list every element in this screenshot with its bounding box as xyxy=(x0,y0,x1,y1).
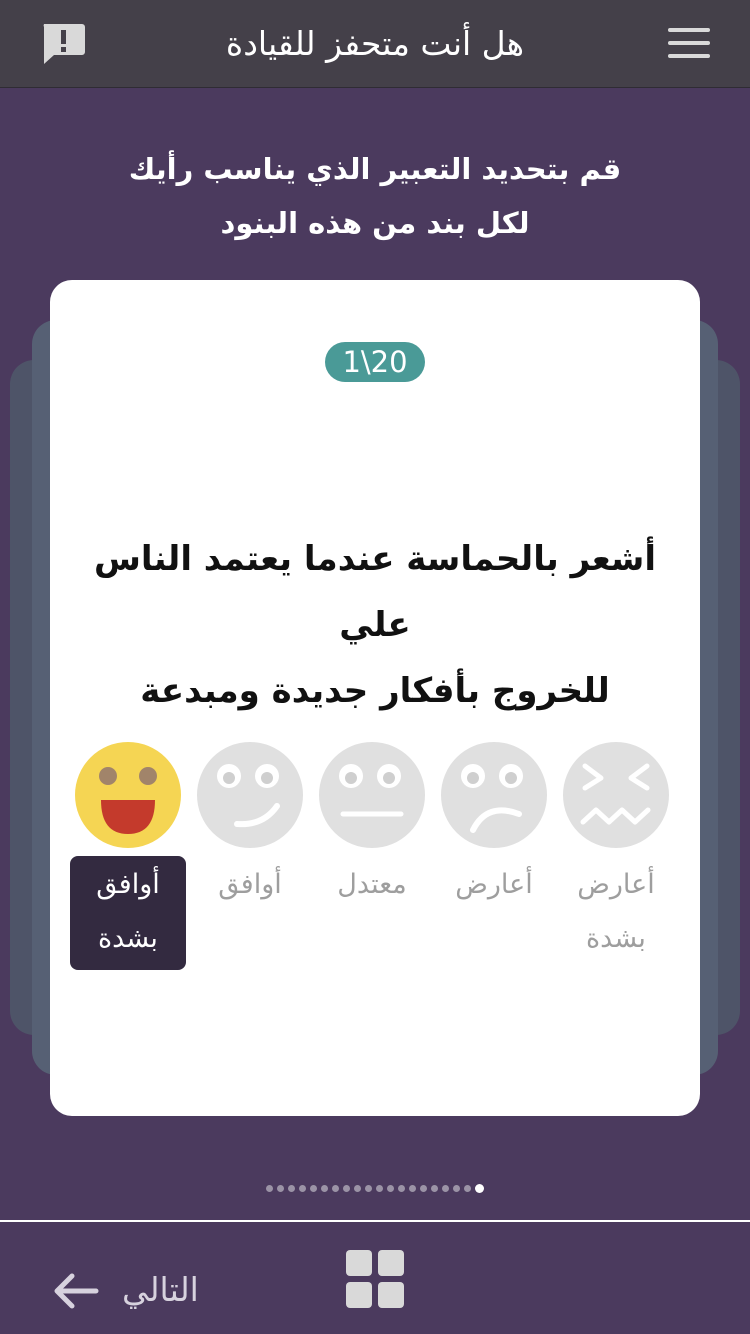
pagination-dot xyxy=(475,1184,484,1193)
question-counter-badge: 1\20 xyxy=(325,342,425,382)
option-label: أوافق بشدة xyxy=(70,856,186,970)
option-label-line-2: بشدة xyxy=(98,923,158,954)
option-label: أعارض xyxy=(436,858,552,912)
option-neutral[interactable]: معتدل xyxy=(314,742,430,912)
neutral-face-icon xyxy=(319,742,425,848)
option-disagree[interactable]: أعارض xyxy=(436,742,552,912)
grid-icon[interactable] xyxy=(346,1250,404,1308)
instructions-line-1: قم بتحديد التعبير الذي يناسب رأيك xyxy=(128,152,622,186)
pagination-dot xyxy=(354,1185,361,1192)
top-bar: هل أنت متحفز للقيادة xyxy=(0,0,750,88)
pagination-dot xyxy=(464,1185,471,1192)
pagination-dot xyxy=(398,1185,405,1192)
question-card: 1\20 أشعر بالحماسة عندما يعتمد الناس علي… xyxy=(50,280,700,1116)
question-text: أشعر بالحماسة عندما يعتمد الناس علي للخر… xyxy=(80,526,670,724)
pagination-dot xyxy=(376,1185,383,1192)
option-label: أعارض بشدة xyxy=(558,858,674,966)
bottom-bar: التالي xyxy=(0,1222,750,1334)
pagination-dot xyxy=(420,1185,427,1192)
pagination-dot xyxy=(299,1185,306,1192)
instructions: قم بتحديد التعبير الذي يناسب رأيك لكل بن… xyxy=(60,142,690,250)
pagination-dot xyxy=(387,1185,394,1192)
next-label: التالي xyxy=(122,1270,199,1309)
pagination-dot xyxy=(332,1185,339,1192)
sad-face-icon xyxy=(441,742,547,848)
option-label-line-2: بشدة xyxy=(586,923,646,954)
option-label-line-1: أوافق xyxy=(96,869,160,900)
pagination-dot xyxy=(321,1185,328,1192)
instructions-line-2: لكل بند من هذه البنود xyxy=(220,206,530,240)
option-label-line-1: أعارض xyxy=(455,869,533,900)
page-title: هل أنت متحفز للقيادة xyxy=(225,24,525,63)
pagination-dot xyxy=(266,1185,273,1192)
confounded-face-icon xyxy=(563,742,669,848)
pagination-dots xyxy=(0,1178,750,1193)
pagination-dot xyxy=(431,1185,438,1192)
question-line-1: أشعر بالحماسة عندما يعتمد الناس علي xyxy=(93,539,656,645)
pagination-dot xyxy=(288,1185,295,1192)
smiling-face-icon xyxy=(197,742,303,848)
pagination-dot xyxy=(365,1185,372,1192)
question-line-2: للخروج بأفكار جديدة ومبدعة xyxy=(140,671,610,711)
pagination-dot xyxy=(343,1185,350,1192)
pagination-dot xyxy=(409,1185,416,1192)
laughing-face-icon xyxy=(75,742,181,848)
pagination-dot xyxy=(442,1185,449,1192)
pagination-dot xyxy=(277,1185,284,1192)
hamburger-menu-icon[interactable] xyxy=(668,26,710,60)
option-label-line-1: معتدل xyxy=(337,869,407,900)
pagination-dot xyxy=(310,1185,317,1192)
option-label-line-1: أوافق xyxy=(218,869,282,900)
option-label: أوافق xyxy=(192,858,308,912)
option-strongly-agree[interactable]: أوافق بشدة xyxy=(70,742,186,970)
option-agree[interactable]: أوافق xyxy=(192,742,308,912)
option-label-line-1: أعارض xyxy=(577,869,655,900)
arrow-left-icon xyxy=(54,1273,99,1309)
option-strongly-disagree[interactable]: أعارض بشدة xyxy=(558,742,674,966)
pagination-dot xyxy=(453,1185,460,1192)
option-label: معتدل xyxy=(314,858,430,912)
